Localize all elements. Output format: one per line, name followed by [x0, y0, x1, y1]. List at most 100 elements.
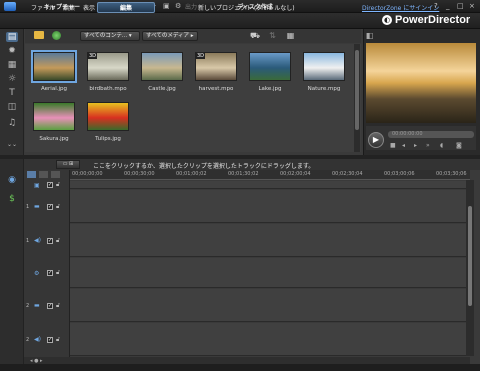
prev-frame-icon[interactable]: ◂	[402, 142, 405, 149]
track-type-icon: ▬	[34, 203, 40, 210]
ruler-timecode: 00;03;00;06	[384, 171, 415, 177]
timeline-track[interactable]	[70, 323, 466, 356]
timeline-view-icon[interactable]	[27, 171, 36, 178]
media-library: Aerial.jpg 3D birdbath.mpo Castle.jpg 3D harv…	[25, 44, 361, 152]
ruler-timecode: 00;02;30;04	[332, 171, 363, 177]
timeline-bottom-bar	[24, 357, 470, 364]
snapshot-camera-icon[interactable]: ◙	[456, 142, 462, 149]
track-number: 1	[26, 237, 30, 244]
track-header: 1 ▬ ✓ 🔓︎	[26, 203, 60, 211]
media-label: Castle.jpg	[148, 86, 176, 92]
undock-icon[interactable]: ◧	[365, 31, 374, 40]
track-type-icon: ◀)	[34, 336, 41, 343]
media-label: harvest.mpo	[198, 86, 234, 92]
timeline-track[interactable]	[70, 190, 466, 223]
timecode-slider[interactable]: 00:00:00:00	[388, 131, 474, 138]
track-enable-checkbox[interactable]: ✓	[47, 203, 53, 210]
track-header-tools	[27, 171, 67, 179]
media-label: Sakura.jpg	[39, 136, 69, 142]
timeline-ruler[interactable]: 00;00;00;00 00;00;30;00 00;01;00;02 00;01;3…	[70, 170, 470, 180]
next-frame-icon[interactable]: ▸	[414, 142, 417, 149]
lock-icon[interactable]: 🔓︎	[56, 181, 60, 189]
ruler-timecode: 00;03;30;06	[436, 171, 467, 177]
media-thumbnail[interactable]	[33, 102, 75, 131]
storyboard-toggle-button[interactable]: ▭ ⊞	[56, 160, 80, 169]
media-room-icon[interactable]: ▤	[6, 32, 18, 42]
track-type-icon: ◀)	[34, 237, 41, 244]
media-label: birdbath.mpo	[89, 86, 127, 92]
pip-room-icon[interactable]: ▦	[6, 60, 18, 70]
track-header: 2 ◀) ✓ 🔓︎	[26, 336, 60, 344]
track-enable-checkbox[interactable]: ✓	[47, 336, 53, 343]
media-thumbnail[interactable]	[31, 50, 77, 83]
ruler-timecode: 00;02;00;04	[280, 171, 311, 177]
collapse-chevron-icon[interactable]: ⌄⌄	[6, 140, 18, 150]
import-folder-icon[interactable]	[34, 31, 44, 39]
view-grid-icon[interactable]: ▦	[286, 31, 295, 40]
menu-view[interactable]: 表示	[83, 3, 95, 12]
particle-room-icon[interactable]: ☼	[6, 74, 18, 84]
timeline-track[interactable]	[70, 258, 466, 288]
help-button[interactable]: ?	[434, 2, 438, 10]
logo-text: PowerDirector	[395, 14, 471, 26]
minimize-button[interactable]: _	[446, 2, 450, 10]
split-icon[interactable]: $	[6, 194, 18, 204]
sort-icon[interactable]: ⇅	[268, 31, 277, 40]
track-enable-checkbox[interactable]: ✓	[47, 302, 53, 309]
media-thumbnail[interactable]	[87, 102, 129, 131]
preview-screen	[366, 43, 476, 123]
timeline-track[interactable]	[70, 224, 466, 257]
library-scrollbar[interactable]	[354, 44, 360, 152]
download-globe-icon[interactable]	[52, 31, 61, 40]
media-thumbnail[interactable]	[141, 52, 183, 81]
timeline-track[interactable]	[70, 289, 466, 322]
effect-room-icon[interactable]: ✹	[6, 46, 18, 56]
track-manager-icon[interactable]	[51, 171, 60, 178]
add-track-icon[interactable]	[39, 171, 48, 178]
tab-capture[interactable]: キャプチャー	[40, 2, 84, 13]
track-number: 2	[26, 302, 30, 309]
track-enable-checkbox[interactable]: ✓	[47, 182, 53, 188]
track-type-icon: ▣	[34, 181, 40, 189]
track-type-icon: ⚙	[34, 269, 40, 277]
track-number: 2	[26, 336, 30, 343]
lock-icon[interactable]: 🔓︎	[56, 237, 60, 245]
ruler-timecode: 00;00;30;00	[124, 171, 155, 177]
fast-forward-icon[interactable]: »	[426, 142, 430, 149]
lock-icon[interactable]: 🔓︎	[56, 302, 60, 310]
volume-icon[interactable]: ◖	[440, 142, 443, 149]
tab-create-disc[interactable]: ディスク作成	[230, 2, 280, 13]
timeline-scrollbar[interactable]	[466, 180, 474, 356]
timeline-hint: ここをクリックするか、選択したクリップを選択したトラックにドラッグします。	[93, 163, 315, 170]
signin-link[interactable]: DirectorZone にサインイン	[362, 3, 439, 12]
lock-icon[interactable]: 🔓︎	[56, 269, 60, 277]
media-label: Aerial.jpg	[41, 86, 67, 92]
tab-edit[interactable]: 編集	[97, 2, 155, 13]
save-icon[interactable]: ▣	[163, 2, 170, 10]
plugin-icon[interactable]: ⛟	[250, 31, 260, 40]
track-number: 1	[26, 203, 30, 210]
ruler-timecode: 00;01;00;02	[176, 171, 207, 177]
media-thumbnail[interactable]	[303, 52, 345, 81]
media-thumbnail[interactable]	[249, 52, 291, 81]
audio-room-icon[interactable]: ♫	[6, 118, 18, 128]
media-filter-select[interactable]: すべてのメディア ▸	[142, 31, 198, 41]
timeline-track[interactable]	[70, 181, 466, 189]
title-room-icon[interactable]: T	[6, 88, 18, 98]
maximize-button[interactable]: □	[457, 2, 464, 10]
tab-produce[interactable]: 出力	[176, 2, 206, 13]
track-header: ▣ ✓ 🔓︎	[26, 181, 60, 189]
lock-icon[interactable]: 🔓︎	[56, 336, 60, 344]
track-enable-checkbox[interactable]: ✓	[47, 270, 53, 276]
media-label: Nature.mpg	[307, 86, 341, 92]
content-filter-select[interactable]: すべてのコンテ... ▾	[80, 31, 140, 41]
track-enable-checkbox[interactable]: ✓	[47, 237, 53, 244]
lock-icon[interactable]: 🔓︎	[56, 203, 60, 211]
close-button[interactable]: ×	[469, 2, 475, 10]
brand-logo: ◐ PowerDirector	[382, 14, 470, 26]
timeline-room-icon[interactable]: ◉	[6, 175, 18, 185]
stop-icon[interactable]: ■	[390, 142, 396, 149]
transition-room-icon[interactable]: ◫	[6, 102, 18, 112]
play-button[interactable]: ▶	[368, 132, 384, 148]
ruler-timecode: 00;00;00;00	[72, 171, 103, 177]
